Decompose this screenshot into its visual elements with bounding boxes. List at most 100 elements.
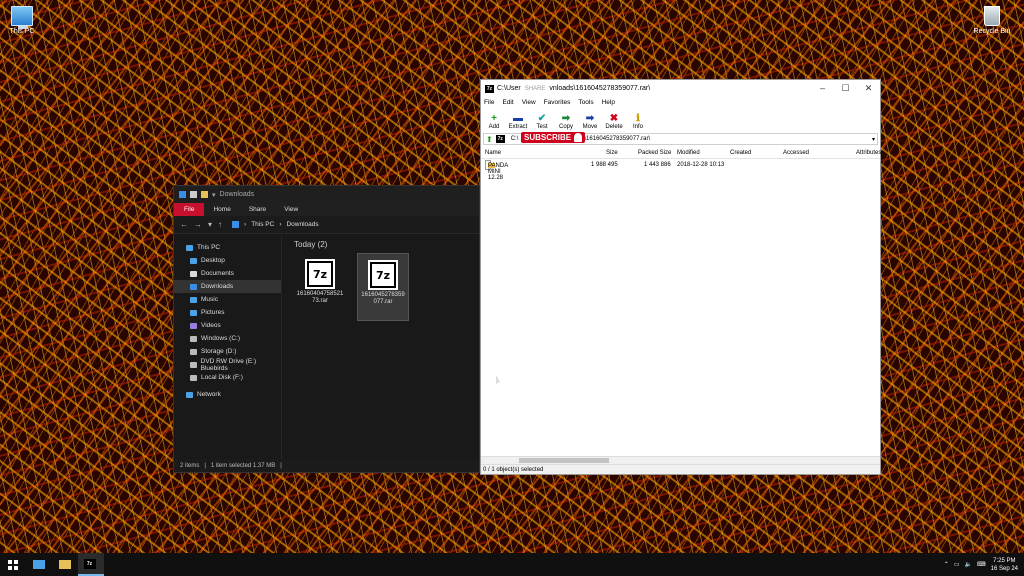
sidebar-item-label: Downloads — [201, 283, 234, 290]
row-name-cell[interactable]: PANDA MINI 12.28 — [485, 160, 508, 181]
chevron-down-icon[interactable]: ▾ — [212, 191, 216, 199]
back-arrow-icon[interactable]: ← — [180, 220, 188, 229]
drive-icon — [190, 374, 197, 381]
file-explorer-window[interactable]: ▾ Downloads File Home Share View ← → ▾ ↑… — [173, 185, 480, 473]
sidebar-item-videos[interactable]: Videos — [174, 319, 281, 332]
address-bar[interactable]: ⬆ 7z C:\ oads\1616045278359077.rar\ ▾ SU… — [483, 132, 878, 145]
menu-view[interactable]: View — [522, 99, 536, 106]
up-arrow-icon[interactable]: ↑ — [218, 220, 222, 229]
sidebar-item-storage-d[interactable]: Storage (D:) — [174, 345, 281, 358]
taskbar-app-explorer[interactable] — [52, 553, 78, 576]
explorer-statusbar: 2 items | 1 item selected 1.37 MB | — [174, 459, 479, 472]
video-icon — [190, 322, 197, 329]
download-arrow-icon — [179, 191, 186, 198]
minimize-icon[interactable]: – — [811, 83, 834, 94]
desktop-icon-this-pc[interactable]: This PC — [0, 6, 44, 35]
extract-button[interactable]: ▬ Extract — [507, 113, 529, 130]
taskbar-app-monitor[interactable] — [26, 553, 52, 576]
sidebar-item-this-pc[interactable]: This PC — [174, 241, 281, 254]
computer-icon — [11, 6, 33, 29]
taskbar-app-7zip[interactable]: 7z — [78, 553, 104, 576]
group-header[interactable]: Today (2) — [294, 240, 327, 249]
sidebar-item-label: Pictures — [201, 309, 225, 316]
7zip-archive-icon: 7z — [305, 259, 335, 289]
test-button[interactable]: ✔ Test — [531, 113, 553, 130]
title-path-end: vnloads\1616045278359077.rar\ — [549, 85, 651, 92]
up-folder-icon[interactable]: ⬆ — [484, 135, 493, 144]
breadcrumb-item[interactable]: This PC — [251, 221, 274, 228]
move-button[interactable]: ➡ Move — [579, 113, 601, 130]
file-item-selected[interactable]: 7z 1616045278359077.rar — [357, 253, 409, 321]
explorer-ribbon: File Home Share View — [174, 203, 479, 216]
volume-icon[interactable]: 🔈 — [964, 561, 971, 568]
close-icon[interactable]: ✕ — [857, 83, 880, 94]
column-header-size[interactable]: Size — [606, 150, 618, 156]
7zip-titlebar[interactable]: 7z C:\User SHARE vnloads\161604527835907… — [481, 80, 880, 97]
table-row[interactable]: PANDA MINI 12.28 1 988 495 1 443 886 201… — [481, 160, 880, 181]
column-header-packed-size[interactable]: Packed Size — [638, 150, 671, 156]
sidebar-item-label: Local Disk (F:) — [201, 374, 243, 381]
tab-home[interactable]: Home — [204, 203, 239, 216]
address-dropdown-icon[interactable]: ▾ — [872, 136, 877, 143]
bell-icon — [574, 133, 583, 142]
breadcrumb[interactable]: › This PC › Downloads — [232, 221, 319, 228]
sidebar-item-documents[interactable]: Documents — [174, 267, 281, 280]
menu-tools[interactable]: Tools — [578, 99, 593, 106]
sidebar-item-downloads[interactable]: Downloads — [174, 280, 281, 293]
tab-share[interactable]: Share — [240, 203, 275, 216]
explorer-titlebar[interactable]: ▾ Downloads — [174, 186, 479, 203]
tab-file[interactable]: File — [174, 203, 205, 216]
column-header-name[interactable]: Name — [485, 150, 501, 156]
sidebar-item-local-disk-f[interactable]: Local Disk (F:) — [174, 371, 281, 384]
music-note-icon — [190, 296, 197, 303]
properties-icon[interactable] — [190, 191, 197, 198]
sidebar-item-music[interactable]: Music — [174, 293, 281, 306]
sidebar-item-pictures[interactable]: Pictures — [174, 306, 281, 319]
start-button[interactable] — [0, 553, 26, 576]
tab-view[interactable]: View — [275, 203, 307, 216]
button-label: Extract — [508, 124, 528, 130]
7zip-window[interactable]: 7z C:\User SHARE vnloads\161604527835907… — [480, 79, 881, 475]
file-name: 1616040475852173.rar — [296, 291, 344, 304]
sidebar-item-network[interactable]: Network — [174, 388, 281, 401]
copy-button[interactable]: ➡ Copy — [555, 113, 577, 130]
chevron-up-icon[interactable]: ⌃ — [944, 561, 949, 568]
file-list-area[interactable]: Today (2) 7z 1616040475852173.rar 7z 161… — [282, 235, 479, 459]
column-header-accessed[interactable]: Accessed — [783, 150, 809, 156]
plus-icon: + — [491, 113, 497, 124]
breadcrumb-item[interactable]: Downloads — [286, 221, 318, 228]
address-path-start: C:\ — [510, 136, 519, 142]
horizontal-scrollbar[interactable] — [481, 456, 880, 464]
keyboard-icon[interactable]: ⌨ — [977, 561, 986, 568]
maximize-icon[interactable]: ☐ — [834, 83, 857, 94]
delete-button[interactable]: ✖ Delete — [603, 113, 625, 130]
network-icon[interactable]: ▭ — [954, 561, 960, 568]
scrollbar-thumb[interactable] — [519, 458, 609, 463]
recent-chevron-icon[interactable]: ▾ — [208, 220, 212, 229]
menu-favorites[interactable]: Favorites — [544, 99, 571, 106]
sidebar-item-dvd-e[interactable]: DVD RW Drive (E:) Bluebirds — [174, 358, 281, 372]
monitor-icon — [33, 560, 45, 569]
file-item[interactable]: 7z 1616040475852173.rar — [294, 253, 346, 321]
column-header-created[interactable]: Created — [730, 150, 751, 156]
info-button[interactable]: ℹ Info — [627, 113, 649, 130]
column-header-modified[interactable]: Modified — [677, 150, 700, 156]
7zip-logo-icon: 7z — [485, 84, 494, 93]
clock[interactable]: 7:25 PM 16 Sep 24 — [991, 557, 1018, 573]
7zip-logo-icon: 7z — [495, 135, 505, 143]
menu-file[interactable]: File — [484, 99, 494, 106]
sidebar-item-desktop[interactable]: Desktop — [174, 254, 281, 267]
item-count: 2 items — [180, 462, 200, 469]
desktop-icon-recycle-bin[interactable]: Recycle Bin — [970, 6, 1014, 35]
add-button[interactable]: + Add — [483, 113, 505, 130]
desktop-icon-label: Recycle Bin — [973, 28, 1011, 35]
sidebar-item-windows-c[interactable]: Windows (C:) — [174, 332, 281, 345]
breadcrumb-separator-icon: › — [244, 221, 247, 228]
column-header-attributes[interactable]: Attributes — [856, 150, 881, 156]
menu-help[interactable]: Help — [602, 99, 615, 106]
share-watermark: SHARE — [524, 85, 546, 92]
forward-arrow-icon[interactable]: → — [194, 220, 202, 229]
menu-edit[interactable]: Edit — [502, 99, 513, 106]
download-arrow-icon — [190, 283, 197, 290]
row-name-text: PANDA MINI 12.28 — [488, 163, 508, 181]
